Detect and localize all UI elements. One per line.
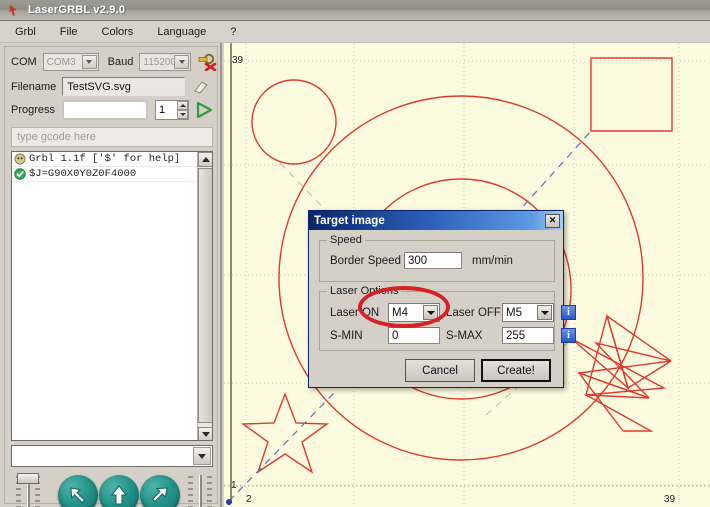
console-line: Grbl 1.1f ['$' for help] bbox=[12, 152, 212, 167]
filename-row: Filename TestSVG.svg bbox=[11, 77, 210, 96]
speed-group: Speed Border Speed 300 mm/min bbox=[319, 234, 555, 282]
speed-group-legend: Speed bbox=[327, 234, 365, 246]
border-speed-input[interactable]: 300 bbox=[404, 252, 462, 269]
smin-input[interactable]: 0 bbox=[388, 327, 440, 344]
command-history-select[interactable] bbox=[11, 445, 213, 467]
axis-label-bottom-right-x: 39 bbox=[664, 494, 676, 505]
console-line-text: Grbl 1.1f ['$' for help] bbox=[29, 153, 181, 165]
laser-on-select[interactable]: M4 bbox=[388, 303, 440, 322]
menu-item-colors[interactable]: Colors bbox=[93, 24, 143, 40]
console-line-text: $J=G90X0Y0Z0F4000 bbox=[29, 168, 137, 180]
speed-units-label: mm/min bbox=[472, 255, 513, 267]
window-title-bar: LaserGRBL v2.9.0 bbox=[0, 0, 710, 21]
jog-up-left-button[interactable] bbox=[58, 475, 98, 507]
baud-rate-select[interactable]: 115200 bbox=[139, 53, 192, 71]
laser-mode-info-icon[interactable]: i bbox=[561, 305, 576, 320]
create-button[interactable]: Create! bbox=[481, 359, 551, 382]
window-title: LaserGRBL v2.9.0 bbox=[28, 4, 126, 16]
play-icon[interactable] bbox=[194, 100, 214, 120]
cancel-button[interactable]: Cancel bbox=[405, 359, 475, 382]
smin-label: S-MIN bbox=[330, 330, 363, 342]
dialog-title-bar: Target image ✕ bbox=[309, 211, 563, 230]
jog-up-right-button[interactable] bbox=[140, 475, 180, 507]
com-port-select[interactable]: COM3 bbox=[42, 53, 99, 71]
repeat-count-value: 1 bbox=[159, 104, 166, 116]
power-range-info-icon[interactable]: i bbox=[561, 328, 576, 343]
chevron-down-icon[interactable] bbox=[174, 55, 190, 69]
laser-off-label: Laser OFF bbox=[446, 307, 501, 319]
axis-label-bottom-left-y: 1 bbox=[231, 480, 237, 491]
filename-label: Filename bbox=[11, 80, 57, 93]
spinner-down[interactable] bbox=[177, 110, 189, 119]
scroll-up-arrow[interactable] bbox=[198, 152, 212, 167]
filename-field: TestSVG.svg bbox=[62, 77, 186, 96]
target-image-dialog: Target image ✕ Speed Border Speed 300 mm… bbox=[308, 210, 576, 388]
origin-marker bbox=[226, 499, 232, 505]
laser-off-value: M5 bbox=[506, 306, 522, 319]
laser-on-value: M4 bbox=[392, 306, 408, 319]
progress-label: Progress bbox=[11, 104, 56, 116]
eraser-icon[interactable] bbox=[192, 79, 210, 95]
close-icon[interactable]: ✕ bbox=[545, 213, 560, 228]
grbl-icon bbox=[14, 153, 26, 165]
chevron-down-icon[interactable] bbox=[423, 305, 438, 320]
com-port-value: COM3 bbox=[46, 56, 76, 68]
menu-item-language[interactable]: Language bbox=[148, 24, 215, 40]
menu-item-file[interactable]: File bbox=[51, 24, 87, 40]
baud-label: Baud bbox=[107, 56, 134, 68]
spinner-up[interactable] bbox=[177, 101, 189, 110]
ok-icon bbox=[14, 168, 26, 180]
spinner-arrows[interactable] bbox=[174, 101, 189, 119]
menu-item-grbl[interactable]: Grbl bbox=[6, 24, 45, 40]
laser-options-group: Laser Options Laser ON M4 Laser OFF M5 i… bbox=[319, 285, 576, 351]
baud-rate-value: 115200 bbox=[143, 56, 177, 68]
border-speed-label: Border Speed bbox=[330, 255, 401, 267]
chevron-down-icon[interactable] bbox=[81, 55, 97, 69]
jog-up-button[interactable] bbox=[99, 475, 139, 507]
console-scrollbar[interactable] bbox=[197, 152, 212, 440]
step-size-slider[interactable] bbox=[15, 473, 41, 507]
menu-bar: Grbl File Colors Language ? bbox=[0, 21, 710, 43]
lasergrbl-window: LaserGRBL v2.9.0 Grbl File Colors Langua… bbox=[0, 0, 710, 507]
progress-row: Progress 1 bbox=[11, 100, 214, 120]
com-label: COM bbox=[11, 56, 37, 68]
progress-bar bbox=[62, 100, 149, 120]
axis-label-bottom-left-x: 2 bbox=[246, 494, 252, 505]
repeat-count-stepper[interactable]: 1 bbox=[155, 100, 190, 120]
dialog-title: Target image bbox=[314, 214, 385, 227]
smax-label: S-MAX bbox=[446, 330, 483, 342]
smax-input[interactable]: 255 bbox=[502, 327, 554, 344]
feed-rate-slider[interactable] bbox=[187, 473, 213, 507]
chevron-down-icon[interactable] bbox=[193, 447, 211, 465]
gcode-input[interactable]: type gcode here bbox=[11, 127, 213, 147]
laser-off-select[interactable]: M5 bbox=[502, 303, 554, 322]
console-line: $J=G90X0Y0Z0F4000 bbox=[12, 167, 212, 182]
jog-panel bbox=[11, 471, 217, 507]
left-control-panel: COM COM3 Baud 115200 Filename TestSVG.sv… bbox=[0, 43, 222, 507]
chevron-down-icon[interactable] bbox=[537, 305, 552, 320]
laser-on-label: Laser ON bbox=[330, 307, 380, 319]
slider-knob[interactable] bbox=[17, 473, 39, 484]
laser-options-group-legend: Laser Options bbox=[327, 285, 402, 297]
connection-row: COM COM3 Baud 115200 bbox=[11, 53, 217, 71]
disconnect-icon[interactable] bbox=[197, 53, 217, 71]
scrollbar-thumb[interactable] bbox=[198, 168, 212, 423]
console-log[interactable]: Grbl 1.1f ['$' for help] $J=G90X0Y0Z0F40… bbox=[11, 151, 213, 441]
axis-label-top-left: 39 bbox=[232, 55, 244, 66]
scroll-down-arrow[interactable] bbox=[198, 427, 212, 440]
left-panel-inner: COM COM3 Baud 115200 Filename TestSVG.sv… bbox=[4, 46, 218, 507]
laser-arrow-icon bbox=[8, 3, 22, 17]
menu-item-help[interactable]: ? bbox=[221, 24, 245, 40]
